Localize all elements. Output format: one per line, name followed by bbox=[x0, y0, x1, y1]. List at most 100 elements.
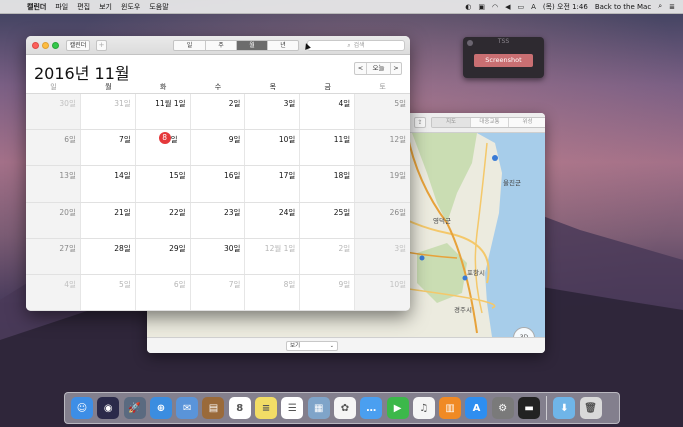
tab-week[interactable]: 주 bbox=[205, 41, 236, 50]
stickies-icon[interactable]: ≡ bbox=[255, 397, 278, 419]
maps-bottom-bar: 보기 ⌄ bbox=[147, 337, 545, 353]
day-cell[interactable]: 15일 bbox=[136, 166, 191, 202]
day-cell[interactable]: 12월 1일 bbox=[245, 238, 301, 274]
day-number: 4일 bbox=[64, 279, 76, 289]
tab-year[interactable]: 년 bbox=[267, 41, 298, 50]
menu-app-calendar[interactable]: 캘린더 bbox=[27, 2, 46, 12]
screenshot-button[interactable]: Screenshot bbox=[474, 54, 533, 67]
facetime-icon[interactable]: ▶ bbox=[386, 397, 409, 419]
status-icon-b[interactable]: ▣ bbox=[478, 3, 485, 11]
menu-edit[interactable]: 편집 bbox=[77, 2, 90, 12]
downloads-folder-icon[interactable]: ⬇ bbox=[553, 397, 576, 419]
day-cell[interactable]: 16일 bbox=[191, 166, 246, 202]
day-cell[interactable]: 29일 bbox=[136, 238, 191, 274]
notes-icon[interactable]: ▤ bbox=[202, 397, 225, 419]
add-event-button[interactable]: + bbox=[96, 40, 107, 51]
day-cell[interactable]: 25일 bbox=[300, 202, 356, 238]
day-cell[interactable]: 17일 bbox=[245, 166, 301, 202]
appstore-icon[interactable]: A bbox=[465, 397, 488, 419]
menu-window[interactable]: 윈도우 bbox=[121, 2, 140, 12]
menubar-clock[interactable]: (목) 오전 1:46 bbox=[543, 2, 588, 12]
day-cell[interactable]: 23일 bbox=[191, 202, 246, 238]
trash-icon[interactable]: 🗑 bbox=[579, 397, 602, 419]
tab-map[interactable]: 지도 bbox=[432, 118, 470, 127]
previous-month-button[interactable]: < bbox=[355, 63, 366, 74]
day-cell[interactable]: 28일 bbox=[81, 238, 136, 274]
day-cell[interactable]: 22일 bbox=[136, 202, 191, 238]
search-input[interactable]: ⌕ 검색 bbox=[307, 40, 405, 51]
siri-icon[interactable]: ◉ bbox=[97, 397, 120, 419]
day-cell[interactable]: 4일 bbox=[300, 94, 356, 130]
tab-month[interactable]: 월 bbox=[236, 41, 267, 50]
next-month-button[interactable]: > bbox=[390, 63, 401, 74]
day-cell[interactable]: 30일 bbox=[26, 94, 81, 130]
day-cell[interactable]: 3일 bbox=[245, 94, 301, 130]
day-cell[interactable]: 7일 bbox=[191, 274, 246, 311]
day-cell[interactable]: 8일 bbox=[245, 274, 301, 311]
day-cell[interactable]: 4일 bbox=[26, 274, 81, 311]
menubar-user[interactable]: Back to the Mac bbox=[595, 3, 651, 11]
day-cell[interactable]: 6일 bbox=[26, 130, 81, 166]
minimize-button[interactable] bbox=[42, 42, 49, 49]
day-cell[interactable]: 20일 bbox=[26, 202, 81, 238]
day-cell[interactable]: 26일 bbox=[355, 202, 410, 238]
itunes-icon[interactable]: ♫ bbox=[412, 397, 435, 419]
day-cell[interactable]: 19일 bbox=[355, 166, 410, 202]
calendar-icon[interactable]: 8 bbox=[228, 397, 251, 419]
day-cell[interactable]: 3일 bbox=[355, 238, 410, 274]
maps-view-select[interactable]: 보기 ⌄ bbox=[286, 341, 338, 351]
launchpad-icon[interactable]: 🚀 bbox=[123, 397, 146, 419]
day-cell[interactable]: 10일 bbox=[355, 274, 410, 311]
finder-icon[interactable]: ☺ bbox=[71, 397, 93, 419]
wifi-icon[interactable]: ◠ bbox=[492, 3, 498, 11]
preview-icon[interactable]: ▦ bbox=[307, 397, 330, 419]
day-cell[interactable]: 2일 bbox=[191, 94, 246, 130]
day-cell-today[interactable]: 8 일 bbox=[136, 130, 191, 166]
day-cell[interactable]: 11일 bbox=[300, 130, 356, 166]
mail-icon[interactable]: ✉ bbox=[176, 397, 199, 419]
day-cell[interactable]: 9일 bbox=[300, 274, 356, 311]
day-cell[interactable]: 5일 bbox=[355, 94, 410, 130]
zoom-button[interactable] bbox=[52, 42, 59, 49]
day-cell[interactable]: 18일 bbox=[300, 166, 356, 202]
day-cell[interactable]: 13일 bbox=[26, 166, 81, 202]
safari-icon[interactable]: ⊕ bbox=[149, 397, 172, 419]
notification-center-icon[interactable]: ≣ bbox=[669, 3, 675, 11]
activity-monitor-icon[interactable]: ▬ bbox=[518, 397, 541, 419]
day-cell[interactable]: 5일 bbox=[81, 274, 136, 311]
day-cell[interactable]: 31일 bbox=[81, 94, 136, 130]
share-icon[interactable]: ⇪ bbox=[414, 117, 426, 128]
volume-icon[interactable]: ◀ bbox=[505, 3, 510, 11]
day-cell[interactable]: 7일 bbox=[81, 130, 136, 166]
menu-file[interactable]: 파일 bbox=[55, 2, 68, 12]
day-cell[interactable]: 9일 bbox=[191, 130, 246, 166]
photos-icon[interactable]: ✿ bbox=[333, 397, 356, 419]
menu-view[interactable]: 보기 bbox=[99, 2, 112, 12]
day-cell[interactable]: 21일 bbox=[81, 202, 136, 238]
day-cell[interactable]: 10일 bbox=[245, 130, 301, 166]
today-button[interactable]: 오늘 bbox=[366, 63, 390, 74]
day-cell[interactable]: 12일 bbox=[355, 130, 410, 166]
close-button[interactable] bbox=[32, 42, 39, 49]
day-cell[interactable]: 6일 bbox=[136, 274, 191, 311]
day-cell[interactable]: 27일 bbox=[26, 238, 81, 274]
system-preferences-icon[interactable]: ⚙ bbox=[491, 397, 514, 419]
menu-help[interactable]: 도움말 bbox=[149, 2, 168, 12]
day-cell[interactable]: 11월 1일 bbox=[136, 94, 191, 130]
day-cell[interactable]: 30일 bbox=[191, 238, 246, 274]
day-number: 19일 bbox=[389, 171, 407, 181]
battery-icon[interactable]: ▭ bbox=[517, 3, 524, 11]
calendars-button[interactable]: 캘린더 bbox=[66, 40, 90, 51]
tab-satellite[interactable]: 위성 bbox=[508, 118, 545, 127]
reminders-icon[interactable]: ☰ bbox=[281, 397, 304, 419]
ibooks-icon[interactable]: ▥ bbox=[439, 397, 462, 419]
day-cell[interactable]: 2일 bbox=[300, 238, 356, 274]
day-cell[interactable]: 24일 bbox=[245, 202, 301, 238]
day-cell[interactable]: 14일 bbox=[81, 166, 136, 202]
tab-transit[interactable]: 대중교통 bbox=[470, 118, 508, 127]
messages-icon[interactable]: … bbox=[360, 397, 383, 419]
status-icon-a[interactable]: ◐ bbox=[465, 3, 471, 11]
tab-day[interactable]: 일 bbox=[174, 41, 205, 50]
input-source-icon[interactable]: A bbox=[531, 3, 536, 11]
spotlight-icon[interactable]: ⌕ bbox=[658, 2, 662, 11]
